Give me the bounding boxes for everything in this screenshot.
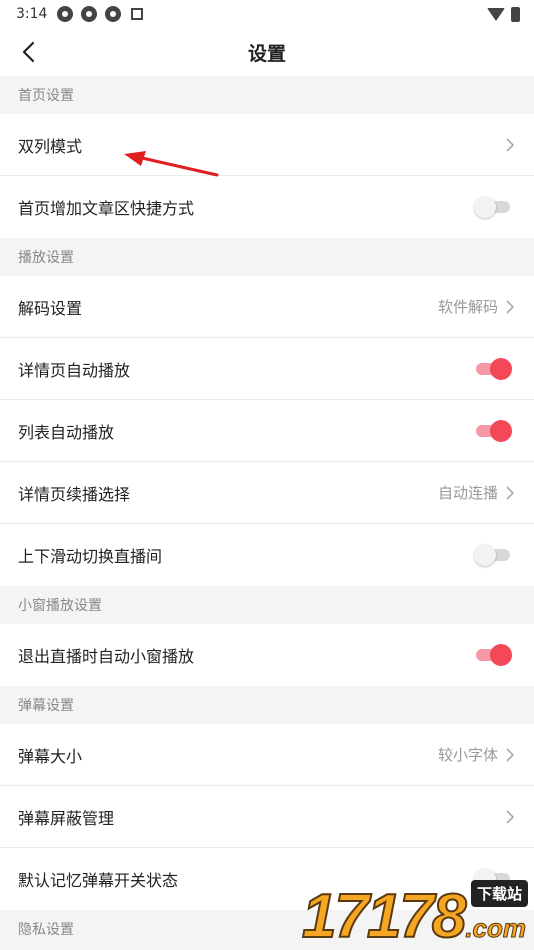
section-header-danmaku: 弹幕设置 xyxy=(0,686,534,724)
setting-label: 首页增加文章区快捷方式 xyxy=(18,199,195,218)
setting-danmaku-size[interactable]: 弹幕大小 较小字体 xyxy=(0,724,534,786)
page-title: 设置 xyxy=(247,42,286,65)
annotation-arrow-icon xyxy=(124,151,219,177)
swipe-live-toggle[interactable] xyxy=(474,543,512,567)
chevron-right-icon xyxy=(504,747,516,762)
a-notification-icon xyxy=(131,8,144,20)
setting-value: 自动连播 xyxy=(437,484,498,502)
shortcut-toggle[interactable] xyxy=(474,195,512,219)
app-notification-icon xyxy=(105,6,122,22)
setting-label: 弹幕大小 xyxy=(18,746,83,766)
setting-label: 上下滑动切换直播间 xyxy=(18,547,163,566)
chevron-right-icon xyxy=(504,809,516,824)
exit-live-mini-toggle[interactable] xyxy=(474,643,512,667)
app-notification-icon xyxy=(81,6,98,22)
battery-icon xyxy=(511,6,520,22)
setting-detail-autoplay: 详情页自动播放 xyxy=(0,338,534,400)
setting-shortcut: 首页增加文章区快捷方式 xyxy=(0,176,534,238)
top-app-bar: 设置 xyxy=(0,28,534,76)
chevron-left-icon xyxy=(22,41,35,63)
setting-decode[interactable]: 解码设置 软件解码 xyxy=(0,276,534,338)
status-time: 3:14 xyxy=(16,6,48,22)
section-header-home: 首页设置 xyxy=(0,76,534,114)
setting-exit-live-mini: 退出直播时自动小窗播放 xyxy=(0,624,534,686)
setting-label: 双列模式 xyxy=(18,136,83,156)
setting-value: 软件解码 xyxy=(437,298,498,316)
setting-value: 较小字体 xyxy=(437,746,498,764)
setting-label: 详情页自动播放 xyxy=(18,360,131,380)
back-button[interactable] xyxy=(14,38,42,66)
setting-double-column[interactable]: 双列模式 xyxy=(0,114,534,176)
chevron-right-icon xyxy=(504,299,516,314)
chevron-right-icon xyxy=(504,137,516,152)
setting-label: 详情页续播选择 xyxy=(18,484,131,504)
wifi-icon xyxy=(487,7,505,21)
setting-label: 弹幕屏蔽管理 xyxy=(18,808,115,828)
list-autoplay-toggle[interactable] xyxy=(474,419,512,443)
detail-autoplay-toggle[interactable] xyxy=(474,357,512,381)
section-header-mini: 小窗播放设置 xyxy=(0,586,534,624)
setting-label: 解码设置 xyxy=(18,298,83,318)
section-header-play: 播放设置 xyxy=(0,238,534,276)
app-notification-icon xyxy=(57,6,74,22)
chevron-right-icon xyxy=(504,485,516,500)
setting-continue-play[interactable]: 详情页续播选择 自动连播 xyxy=(0,462,534,524)
setting-list-autoplay: 列表自动播放 xyxy=(0,400,534,462)
setting-label: 默认记忆弹幕开关状态 xyxy=(18,871,179,890)
setting-label: 退出直播时自动小窗播放 xyxy=(18,647,195,666)
watermark-com: .com xyxy=(465,913,527,944)
setting-swipe-live: 上下滑动切换直播间 xyxy=(0,524,534,586)
watermark-logo: 17178 下载站 .com xyxy=(301,878,530,950)
status-bar: 3:14 xyxy=(0,0,534,28)
setting-danmaku-block[interactable]: 弹幕屏蔽管理 xyxy=(0,786,534,848)
watermark-tag: 下载站 xyxy=(470,880,528,907)
setting-label: 列表自动播放 xyxy=(18,422,115,442)
watermark-digits: 17178 xyxy=(301,882,467,950)
